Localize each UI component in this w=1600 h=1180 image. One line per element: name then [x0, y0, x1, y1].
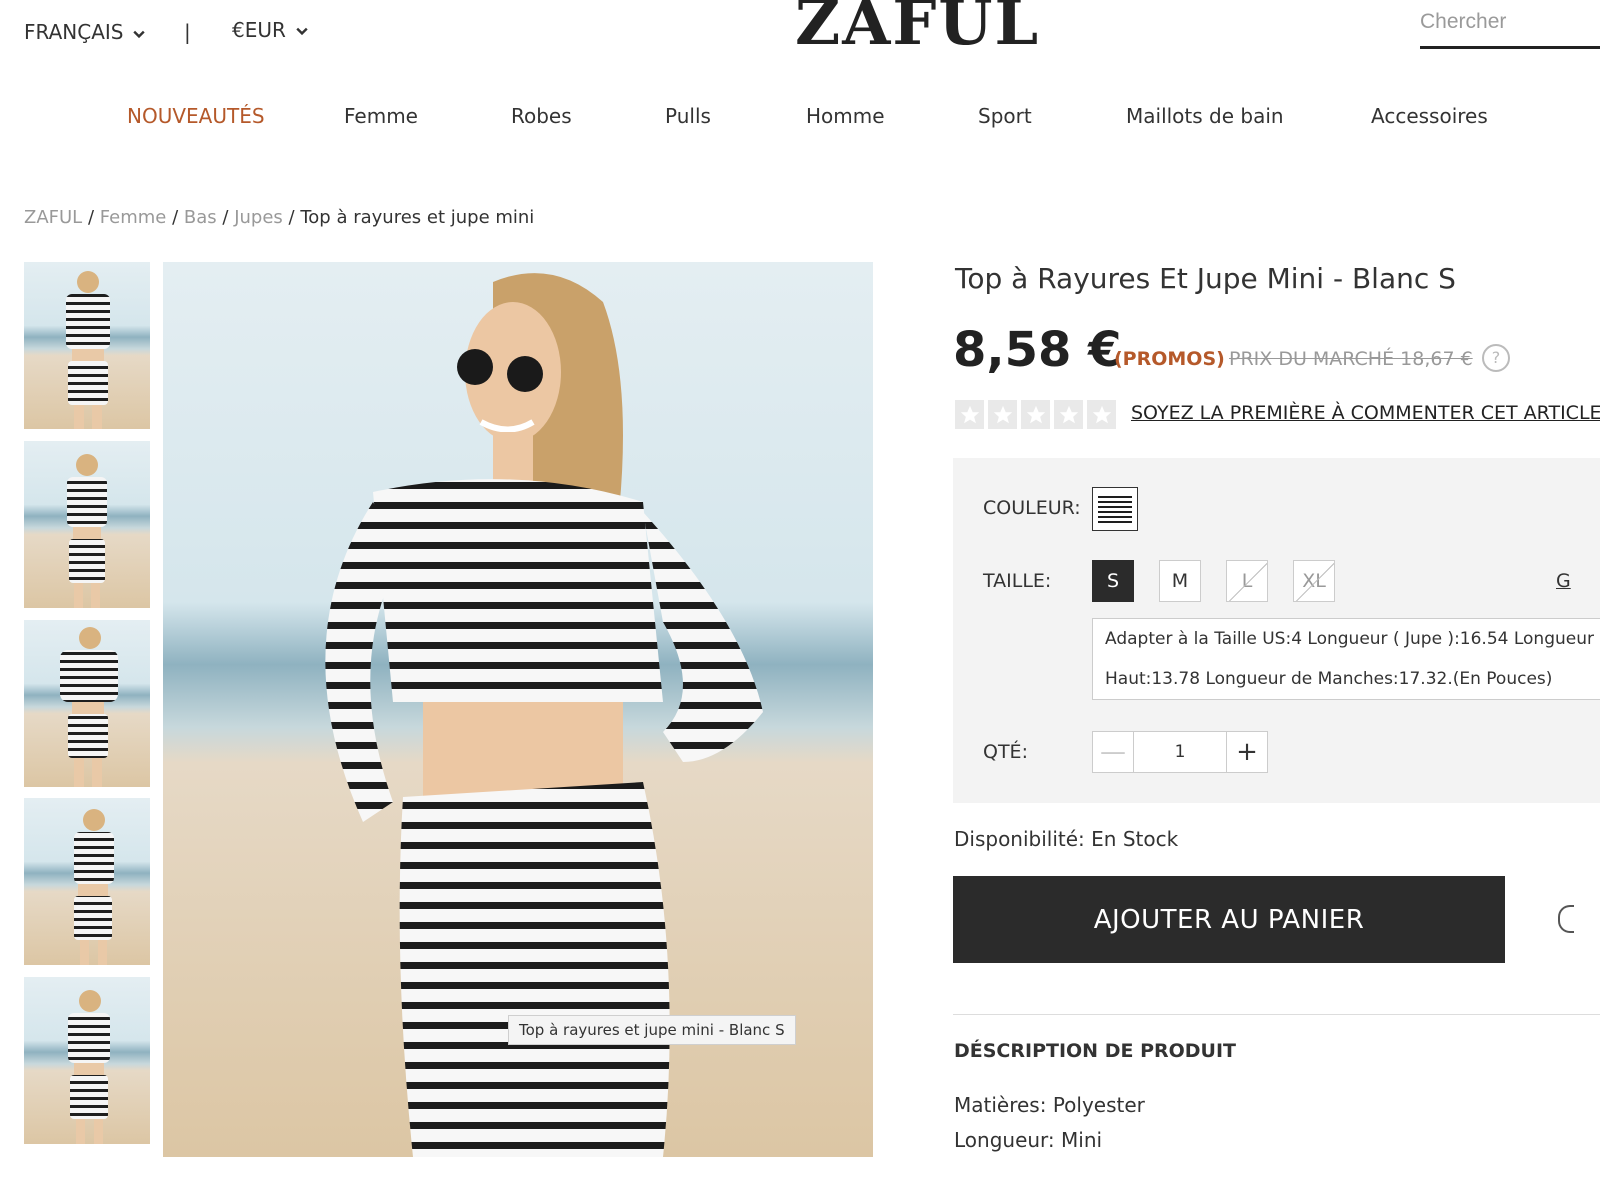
thumbnail-image	[24, 977, 150, 1144]
nav-item-accessoires[interactable]: Accessoires	[1371, 104, 1488, 128]
thumbnail-2[interactable]	[24, 441, 150, 608]
thumbnail-image	[24, 441, 150, 608]
size-label: TAILLE:	[983, 570, 1052, 592]
availability-status: Disponibilité: En Stock	[954, 827, 1179, 851]
nav-item-nouveautes[interactable]: NOUVEAUTÉS	[127, 104, 265, 128]
currency-selector[interactable]: €EUR	[232, 18, 308, 42]
divider	[953, 1014, 1600, 1015]
wishlist-icon[interactable]	[1558, 905, 1574, 933]
breadcrumb-separator: /	[288, 207, 295, 228]
thumbnail-image	[24, 798, 150, 965]
thumbnail-3[interactable]	[24, 620, 150, 787]
image-caption: Top à rayures et jupe mini - Blanc S	[508, 1015, 796, 1045]
rating-stars[interactable]	[955, 400, 1116, 429]
star-icon	[1087, 400, 1116, 429]
thumbnail-image	[24, 262, 150, 429]
nav-item-maillots[interactable]: Maillots de bain	[1126, 104, 1284, 128]
currency-label: €EUR	[232, 18, 286, 42]
nav-item-robes[interactable]: Robes	[511, 104, 572, 128]
size-option-s[interactable]: S	[1092, 560, 1134, 602]
product-price: 8,58 €	[953, 322, 1122, 378]
help-icon[interactable]: ?	[1482, 344, 1510, 372]
size-option-xl[interactable]: XL	[1293, 560, 1335, 602]
qty-minus-button[interactable]: —	[1092, 731, 1134, 773]
breadcrumb-femme[interactable]: Femme	[100, 207, 167, 228]
description-material: Matières: Polyester	[954, 1093, 1145, 1117]
size-info-box: Adapter à la Taille US:4 Longueur ( Jupe…	[1092, 618, 1600, 700]
color-label: COULEUR:	[983, 497, 1081, 519]
chevron-down-icon	[133, 30, 146, 39]
star-icon	[1021, 400, 1050, 429]
breadcrumb-separator: /	[172, 207, 179, 228]
size-option-l[interactable]: L	[1226, 560, 1268, 602]
chevron-down-icon	[296, 27, 308, 36]
market-price: PRIX DU MARCHÉ 18,67 €	[1229, 348, 1473, 370]
thumbnail-1[interactable]	[24, 262, 150, 429]
breadcrumb-current: Top à rayures et jupe mini	[300, 207, 535, 228]
breadcrumb: ZAFUL / Femme / Bas / Jupes / Top à rayu…	[24, 207, 534, 228]
product-title: Top à Rayures Et Jupe Mini - Blanc S	[955, 262, 1456, 295]
qty-input[interactable]: 1	[1134, 731, 1226, 773]
language-selector[interactable]: FRANÇAIS	[24, 20, 146, 44]
size-info-line: Adapter à la Taille US:4 Longueur ( Jupe…	[1105, 629, 1594, 649]
header-separator: |	[184, 20, 191, 44]
thumbnail-image	[24, 620, 150, 787]
qty-plus-button[interactable]: +	[1226, 731, 1268, 773]
nav-item-femme[interactable]: Femme	[344, 104, 418, 128]
size-info-line: Haut:13.78 Longueur de Manches:17.32.(En…	[1105, 669, 1553, 689]
star-icon	[955, 400, 984, 429]
nav-item-homme[interactable]: Homme	[806, 104, 885, 128]
thumbnail-4[interactable]	[24, 798, 150, 965]
description-length: Longueur: Mini	[954, 1128, 1103, 1152]
language-label: FRANÇAIS	[24, 20, 124, 44]
breadcrumb-bas[interactable]: Bas	[184, 207, 217, 228]
promo-label: (PROMOS)	[1114, 348, 1225, 370]
review-link[interactable]: SOYEZ LA PREMIÈRE À COMMENTER CET ARTICL…	[1131, 402, 1600, 424]
search-input[interactable]	[1420, 6, 1590, 38]
star-icon	[988, 400, 1017, 429]
nav-item-sport[interactable]: Sport	[978, 104, 1032, 128]
site-logo[interactable]: ZAFUL	[795, 0, 1040, 59]
thumbnail-5[interactable]	[24, 977, 150, 1144]
nav-item-pulls[interactable]: Pulls	[665, 104, 711, 128]
qty-label: QTÉ:	[983, 741, 1028, 763]
stripe-swatch-icon	[1098, 493, 1132, 525]
breadcrumb-separator: /	[222, 207, 229, 228]
star-icon	[1054, 400, 1083, 429]
add-to-cart-button[interactable]: AJOUTER AU PANIER	[953, 876, 1505, 963]
description-heading: DÉSCRIPTION DE PRODUIT	[954, 1040, 1237, 1062]
size-guide-link[interactable]: G	[1556, 570, 1571, 592]
search-box[interactable]	[1420, 6, 1600, 49]
size-option-m[interactable]: M	[1159, 560, 1201, 602]
quantity-stepper: — 1 +	[1092, 731, 1268, 773]
main-nav: NOUVEAUTÉS Femme Robes Pulls Homme Sport…	[0, 104, 1600, 134]
color-swatch-stripes[interactable]	[1092, 487, 1138, 531]
breadcrumb-zaful[interactable]: ZAFUL	[24, 207, 82, 228]
breadcrumb-separator: /	[87, 207, 95, 228]
breadcrumb-jupes[interactable]: Jupes	[234, 207, 283, 228]
